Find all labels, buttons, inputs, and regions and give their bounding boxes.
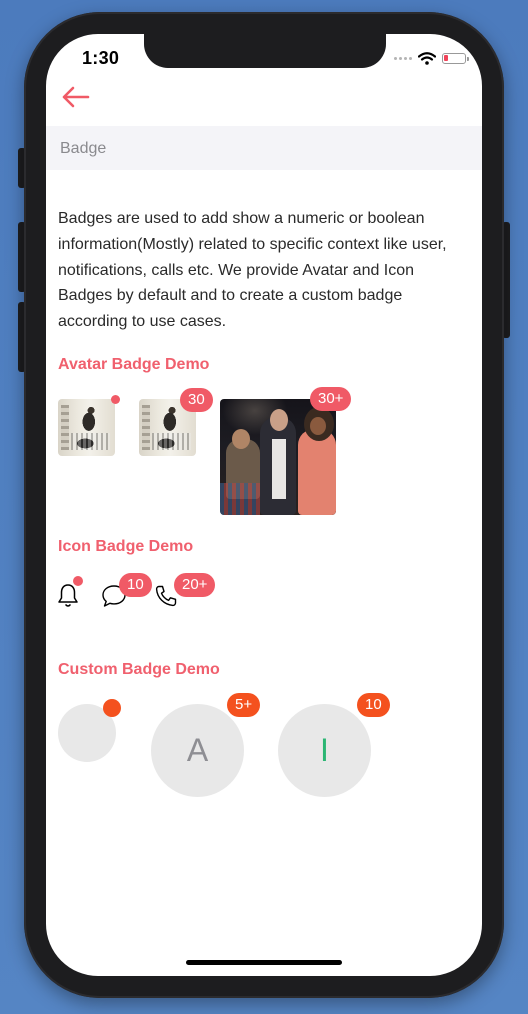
app-screen: 1:30 Badge Badges are used to add show a… xyxy=(46,34,482,976)
custom-count-badge: 10 xyxy=(357,693,390,717)
signal-icon xyxy=(394,57,412,60)
description-text: Badges are used to add show a numeric or… xyxy=(58,210,447,331)
bell-icon[interactable] xyxy=(57,582,79,608)
custom-dot-badge xyxy=(103,699,121,717)
battery-icon xyxy=(442,53,469,64)
section-title: Badge xyxy=(60,140,107,157)
home-indicator xyxy=(186,960,342,965)
avatar-count-badge: 30+ xyxy=(310,387,352,411)
avatar-letter: I xyxy=(320,732,329,768)
status-time: 1:30 xyxy=(82,48,120,68)
avatar-demo-title: Avatar Badge Demo xyxy=(58,356,210,373)
avatar-large[interactable] xyxy=(220,399,336,515)
phone-count-badge: 20+ xyxy=(174,573,216,597)
bell-dot-badge xyxy=(73,576,83,586)
custom-demo-title: Custom Badge Demo xyxy=(58,661,220,678)
status-icons xyxy=(394,52,469,65)
avatar-count-badge: 30 xyxy=(180,388,213,412)
avatar-photo xyxy=(58,399,115,456)
avatar-letter: A xyxy=(186,732,209,768)
avatar-dot-badge xyxy=(111,395,120,404)
avatar-small-1[interactable] xyxy=(58,399,115,456)
notch xyxy=(144,34,386,68)
section-header: Badge xyxy=(46,126,482,170)
custom-avatar-a[interactable]: A xyxy=(151,704,244,797)
icon-demo-title: Icon Badge Demo xyxy=(58,538,194,555)
back-arrow-icon[interactable] xyxy=(60,84,92,110)
avatar-photo xyxy=(220,399,336,515)
wifi-icon xyxy=(418,52,436,65)
custom-avatar-i[interactable]: I xyxy=(278,704,371,797)
chat-count-badge: 10 xyxy=(119,573,152,597)
custom-count-badge: 5+ xyxy=(227,693,261,717)
